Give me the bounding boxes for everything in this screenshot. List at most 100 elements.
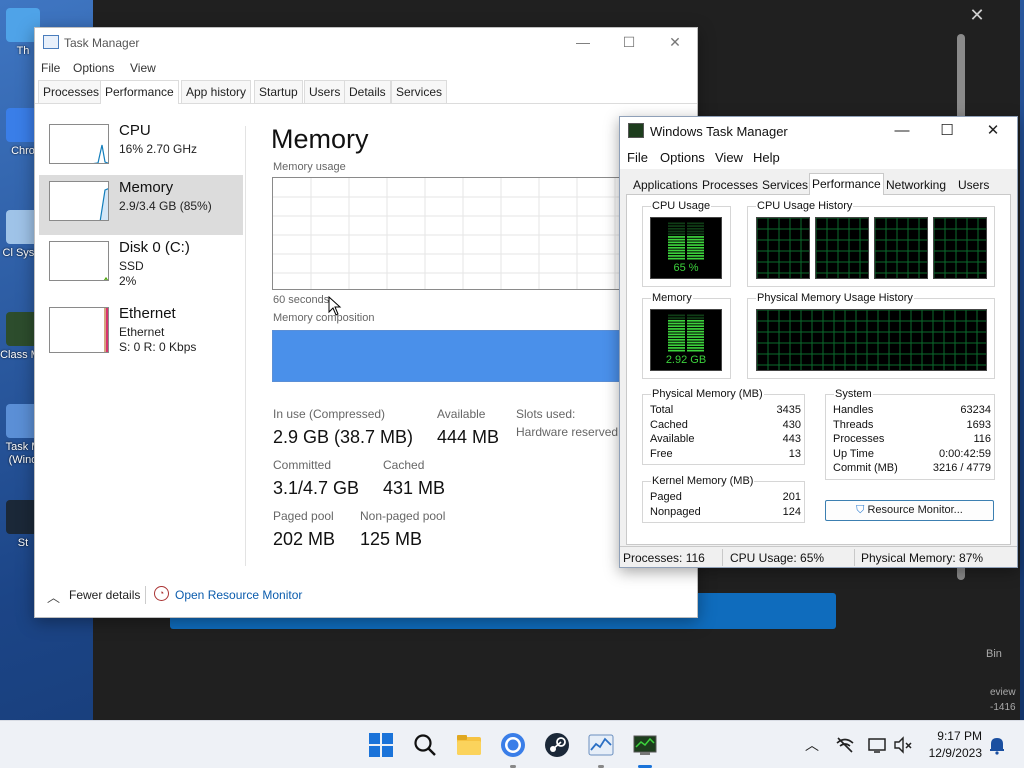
minimize-button[interactable]: —	[572, 32, 594, 52]
classic-tab-users[interactable]: Users	[956, 175, 991, 195]
chrome-icon[interactable]	[500, 732, 526, 758]
physical-memory-group: Physical Memory (MB) Total 3435 Cached 4…	[642, 388, 805, 465]
tab-performance[interactable]: Performance	[100, 80, 179, 104]
chevron-up-icon[interactable]: ︿	[802, 735, 822, 755]
start-icon[interactable]	[368, 732, 394, 758]
sidebar-item-ethernet[interactable]: Ethernet Ethernet S: 0 R: 0 Kbps	[39, 301, 243, 361]
memory-usage-label: Memory usage	[273, 161, 346, 173]
clock-date[interactable]: 12/9/2023	[918, 746, 982, 760]
meter-segment	[668, 314, 685, 317]
resource-monitor-button[interactable]: ⛉ Resource Monitor...	[825, 500, 994, 521]
meter-segment	[668, 244, 685, 246]
meter-segment	[687, 325, 704, 328]
sidebar-item-memory[interactable]: Memory 2.9/3.4 GB (85%)	[39, 175, 243, 235]
memory-meter: 2.92 GB	[650, 309, 722, 371]
sidebar-item-detail: 2.9/3.4 GB (85%)	[119, 199, 212, 213]
classic-tab-services[interactable]: Services	[760, 175, 810, 195]
classic-tab-networking[interactable]: Networking	[884, 175, 948, 195]
classic-tab-performance[interactable]: Performance	[809, 173, 884, 195]
kernel-memory-key: Nonpaged	[650, 506, 701, 518]
system-key: Commit (MB)	[833, 462, 898, 474]
cpu-history-title: CPU Usage History	[756, 200, 854, 212]
resource-monitor-icon: ◔	[154, 586, 169, 601]
tab-users[interactable]: Users	[304, 80, 346, 103]
classic-menu-options[interactable]: Options	[660, 150, 705, 165]
tab-processes[interactable]: Processes	[38, 80, 105, 103]
hardware-reserved-label: Hardware reserved:	[516, 425, 622, 439]
system-key: Processes	[833, 433, 885, 445]
background-review-text: eview	[990, 687, 1016, 698]
classic-menu-view[interactable]: View	[715, 150, 743, 165]
tab-app-history[interactable]: App history	[181, 80, 252, 103]
file-explorer-icon[interactable]	[456, 732, 482, 758]
status-physical-memory: Physical Memory: 87%	[861, 551, 984, 565]
meter-segment	[668, 328, 685, 330]
sidebar-divider	[245, 126, 246, 566]
status-cpu-usage: CPU Usage: 65%	[730, 551, 825, 565]
classic-titlebar[interactable]: Windows Task Manager — ☐ ✕	[620, 117, 1017, 145]
fewer-details-link[interactable]: Fewer details	[69, 588, 140, 602]
close-button[interactable]: ✕	[664, 32, 686, 52]
meter-segment	[668, 252, 685, 255]
display-icon[interactable]	[867, 735, 887, 755]
memory-heading: Memory	[271, 124, 369, 154]
status-separator	[722, 549, 723, 566]
meter-segment	[668, 255, 685, 257]
meter-segment	[687, 241, 704, 244]
taskbar: ︿ 9:17 PM 12/9/2023	[0, 720, 1024, 768]
cpu-history-graph-2	[815, 217, 869, 279]
cached-label: Cached	[383, 458, 425, 472]
meter-segment	[687, 314, 704, 317]
memory-composition-bar	[272, 330, 652, 382]
steam-icon[interactable]	[544, 732, 570, 758]
meter-segment	[687, 344, 704, 347]
tab-startup[interactable]: Startup	[254, 80, 303, 103]
meter-segment	[687, 225, 704, 227]
tab-details[interactable]: Details	[344, 80, 391, 103]
open-resource-monitor-link[interactable]: Open Resource Monitor	[175, 588, 302, 602]
menu-options[interactable]: Options	[73, 61, 114, 75]
classic-menu-help[interactable]: Help	[753, 150, 780, 165]
classic-maximize-button[interactable]: ☐	[936, 121, 958, 141]
classic-tab-processes[interactable]: Processes	[700, 175, 760, 195]
classic-close-button[interactable]: ✕	[982, 121, 1004, 141]
classic-menu-file[interactable]: File	[627, 150, 648, 165]
meter-segment	[687, 238, 704, 241]
system-value: 1693	[966, 419, 991, 431]
physical-memory-value: 443	[782, 433, 801, 445]
in-use-value: 2.9 GB (38.7 MB)	[273, 427, 414, 447]
search-icon[interactable]	[412, 732, 438, 758]
classic-minimize-button[interactable]: —	[891, 121, 913, 141]
classic-tab-applications[interactable]: Applications	[631, 175, 700, 195]
classic-task-manager-icon[interactable]	[632, 732, 658, 758]
sidebar-item-cpu[interactable]: CPU 16% 2.70 GHz	[39, 118, 243, 178]
resource-monitor-button-label: Resource Monitor...	[867, 504, 963, 516]
system-value: 0:00:42:59	[939, 448, 991, 460]
classic-tab-bar: Applications Processes Services Performa…	[626, 173, 1011, 195]
meter-segment	[668, 336, 685, 338]
menu-file[interactable]: File	[41, 61, 60, 75]
task-manager-titlebar[interactable]: Task Manager — ☐ ✕	[35, 28, 697, 58]
sidebar-item-detail: S: 0 R: 0 Kbps	[119, 340, 197, 354]
memory-title: Memory	[651, 292, 693, 304]
meter-segment	[668, 330, 685, 333]
sidebar-item-detail: 16% 2.70 GHz	[119, 142, 198, 156]
task-manager-icon[interactable]	[588, 732, 614, 758]
maximize-button[interactable]: ☐	[618, 32, 640, 52]
meter-segment	[668, 319, 685, 322]
meter-segment	[687, 246, 704, 249]
sidebar-item-disk[interactable]: Disk 0 (C:) SSD 2%	[39, 235, 243, 295]
notification-bell-icon[interactable]	[987, 735, 1007, 755]
clock-time[interactable]: 9:17 PM	[934, 729, 982, 743]
menu-view[interactable]: View	[130, 61, 156, 75]
volume-muted-icon[interactable]	[893, 735, 913, 755]
meter-segment	[687, 330, 704, 333]
non-paged-pool-label: Non-paged pool	[360, 509, 446, 523]
background-close-icon[interactable]: ✕	[968, 6, 986, 24]
tab-services[interactable]: Services	[391, 80, 448, 103]
sidebar-item-detail: Ethernet	[119, 325, 165, 339]
no-network-icon[interactable]	[835, 735, 855, 755]
sidebar-item-title: Memory	[119, 179, 174, 196]
chevron-up-icon[interactable]: ︿	[47, 587, 60, 606]
sidebar-item-title: Ethernet	[119, 305, 176, 322]
